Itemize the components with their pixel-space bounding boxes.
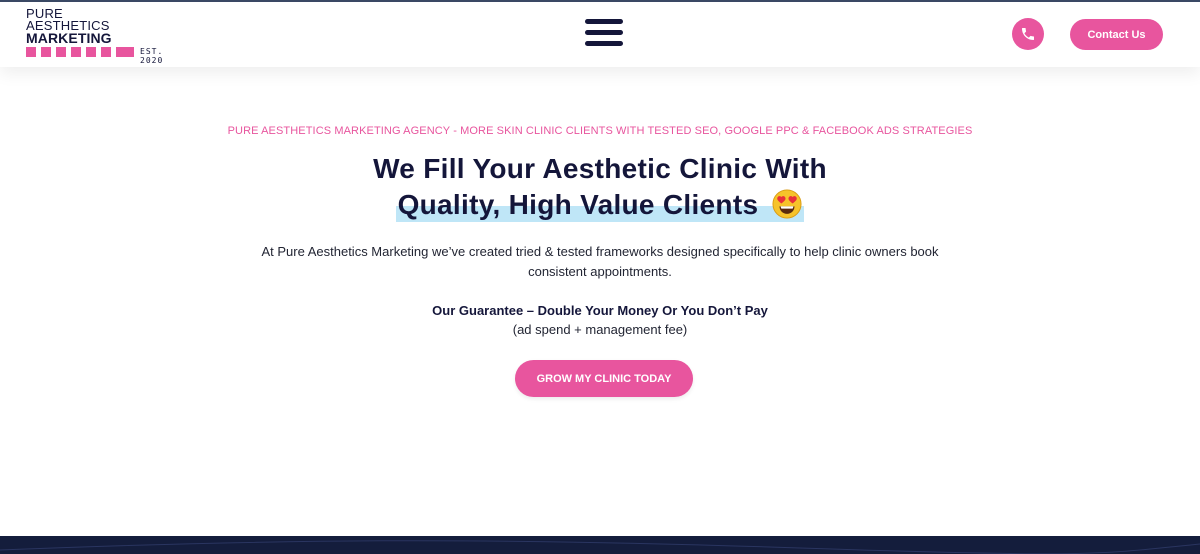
page: PURE AESTHETICS MARKETING EST. 2020 Cont… xyxy=(0,0,1200,554)
heart-eyes-emoji-icon xyxy=(772,189,802,219)
phone-icon xyxy=(1022,28,1034,40)
hamburger-menu-icon[interactable] xyxy=(585,19,623,47)
guarantee-subtext: (ad spend + management fee) xyxy=(512,322,688,337)
logo-est-year: EST. 2020 xyxy=(140,47,164,65)
next-section-band xyxy=(0,536,1200,554)
hero-section: PURE AESTHETICS MARKETING AGENCY - MORE … xyxy=(0,67,1200,537)
contact-us-button[interactable]: Contact Us xyxy=(1070,19,1163,50)
logo-bars xyxy=(26,47,134,57)
hero-intro: At Pure Aesthetics Marketing we’ve creat… xyxy=(0,242,1200,282)
headline-line-2-wrap: Quality, High Value Clients xyxy=(0,187,1200,223)
intro-line-1: At Pure Aesthetics Marketing we’ve creat… xyxy=(261,244,939,259)
hero-eyebrow: PURE AESTHETICS MARKETING AGENCY - MORE … xyxy=(227,125,973,137)
headline-line-2-text: Quality, High Value Clients xyxy=(397,189,759,220)
intro-line-2: consistent appointments. xyxy=(528,264,672,279)
phone-button[interactable] xyxy=(1012,18,1044,50)
headline-line-2: Quality, High Value Clients xyxy=(395,187,805,223)
logo-line-3: MARKETING xyxy=(26,30,112,46)
logo[interactable]: PURE AESTHETICS MARKETING EST. 2020 xyxy=(26,7,186,65)
guarantee-text: Our Guarantee – Double Your Money Or You… xyxy=(432,303,768,318)
hero-headline: We Fill Your Aesthetic Clinic With Quali… xyxy=(0,151,1200,223)
site-header: PURE AESTHETICS MARKETING EST. 2020 Cont… xyxy=(0,2,1200,67)
grow-my-clinic-button[interactable]: GROW MY CLINIC TODAY xyxy=(515,360,693,397)
headline-line-1: We Fill Your Aesthetic Clinic With xyxy=(373,153,827,184)
wave-decoration xyxy=(0,540,1200,554)
